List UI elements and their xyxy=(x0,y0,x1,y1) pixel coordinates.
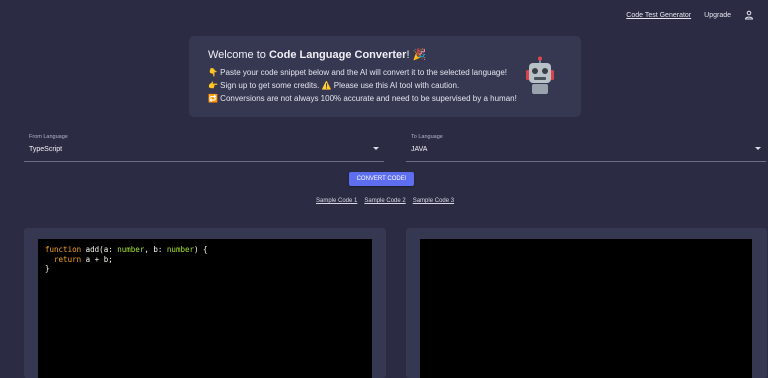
code-text: , b: xyxy=(144,245,167,254)
welcome-line-signup: 👉 Sign up to get some credits. ⚠️ Please… xyxy=(208,81,460,90)
to-language-select[interactable]: To Language JAVA xyxy=(406,131,766,162)
output-code-editor[interactable] xyxy=(420,239,752,378)
welcome-card: Welcome to Code Language Converter! 🎉 👇 … xyxy=(189,36,581,117)
code-test-generator-link[interactable]: Code Test Generator xyxy=(626,12,691,19)
from-language-select[interactable]: From Language TypeScript xyxy=(24,131,384,162)
output-code[interactable] xyxy=(420,239,752,251)
code-text: ) { xyxy=(194,245,208,254)
sample-code-links: Sample Code 1 Sample Code 2 Sample Code … xyxy=(316,198,454,204)
to-language-value: JAVA xyxy=(411,146,428,153)
sample-code-1-link[interactable]: Sample Code 1 xyxy=(316,198,357,204)
upgrade-link[interactable]: Upgrade xyxy=(704,12,731,19)
code-text: } xyxy=(45,264,50,273)
output-code-panel xyxy=(406,228,767,378)
code-keyword: return xyxy=(54,254,82,264)
code-type: number xyxy=(166,245,195,254)
code-type: number xyxy=(117,245,145,254)
welcome-line-paste: 👇 Paste your code snippet below and the … xyxy=(208,68,508,77)
code-text: a + b; xyxy=(81,254,113,264)
chevron-down-icon[interactable] xyxy=(755,147,761,150)
welcome-line-accuracy: 🔁 Conversions are not always 100% accura… xyxy=(208,94,517,103)
user-icon[interactable] xyxy=(744,10,754,20)
convert-code-button[interactable]: CONVERT CODE! xyxy=(349,172,414,186)
from-language-label: From Language xyxy=(29,134,68,140)
chevron-down-icon[interactable] xyxy=(373,147,379,150)
code-keyword: function xyxy=(45,245,82,254)
code-text: add(a: xyxy=(81,245,118,254)
sample-code-2-link[interactable]: Sample Code 2 xyxy=(364,198,405,204)
input-code[interactable]: function add(a: number, b: number) { ret… xyxy=(38,239,372,280)
from-language-value: TypeScript xyxy=(29,146,63,153)
input-code-editor[interactable]: function add(a: number, b: number) { ret… xyxy=(38,239,372,378)
welcome-title: Welcome to Code Language Converter! 🎉 xyxy=(208,49,427,61)
to-language-label: To Language xyxy=(411,134,443,140)
robot-icon xyxy=(521,56,559,96)
sample-code-3-link[interactable]: Sample Code 3 xyxy=(413,198,454,204)
input-code-panel: function add(a: number, b: number) { ret… xyxy=(24,228,386,378)
top-nav: Code Test Generator Upgrade xyxy=(626,10,754,20)
